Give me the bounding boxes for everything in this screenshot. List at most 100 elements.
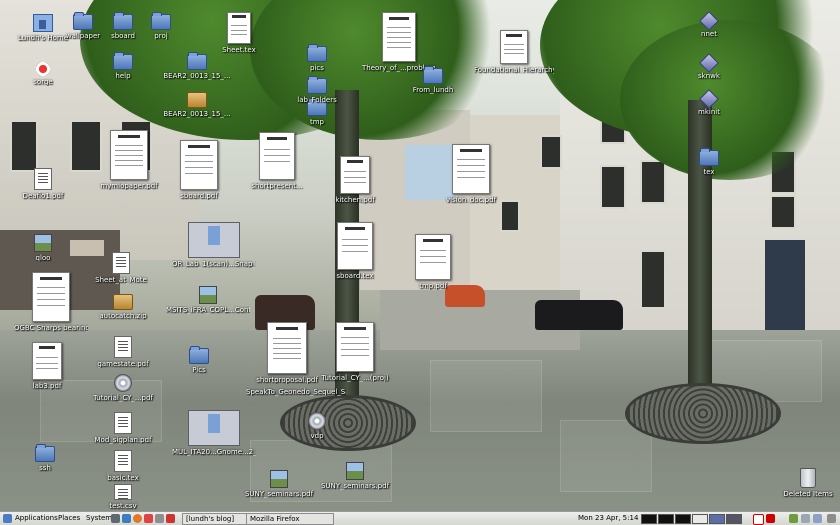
workspace-5[interactable]: [709, 514, 725, 524]
desktop-icon-theory[interactable]: Theory_of_...probleme.pdf: [362, 12, 436, 72]
disk-icon: [699, 11, 719, 31]
image-icon: [346, 462, 364, 480]
folder-icon: [423, 66, 443, 84]
desktop-icon-disc[interactable]: Tutorial_CY_...pdf: [86, 374, 160, 402]
pdf-icon: [382, 12, 416, 62]
desktop-icon-sorge[interactable]: sorge: [6, 62, 80, 86]
desktop-icon-qloo[interactable]: qloo: [6, 234, 80, 262]
folder-icon: [699, 148, 719, 166]
desktop-icon-trash[interactable]: Deleted Items: [778, 468, 838, 498]
desktop-icon-vision-doc[interactable]: vision_doc.pdf: [434, 144, 508, 204]
volume-icon[interactable]: [801, 514, 810, 523]
workspace-1[interactable]: [641, 514, 657, 524]
network-icon[interactable]: [813, 514, 822, 523]
browser-launcher-icon[interactable]: [122, 514, 131, 523]
bottom-panel: Applications Places System [lundh's blog…: [0, 511, 840, 525]
desktop-icon-tex-folder[interactable]: tex: [672, 148, 746, 176]
desktop-icon-shortpresent[interactable]: shortpresent...: [240, 132, 314, 190]
pdf-icon: [110, 130, 148, 180]
desktop-icon-help[interactable]: help: [86, 52, 160, 80]
desktop-icon-mkinit[interactable]: mkinit: [672, 89, 746, 116]
workspace-2[interactable]: [658, 514, 674, 524]
text-file-icon: [114, 484, 132, 500]
mail-launcher-icon[interactable]: [144, 514, 153, 523]
desktop-icon-msits[interactable]: MSITS_iFRA_COPL...Controlled_Gable...hun…: [166, 286, 250, 314]
desktop-icon-ssh[interactable]: ssh: [8, 444, 82, 472]
file-manager-launcher-icon[interactable]: [155, 514, 164, 523]
desktop-icon-foundational[interactable]: Foundational_Hierarchy_Enhanced_Timestam…: [474, 30, 554, 74]
taskbar-button-firefox[interactable]: Mozilla Firefox: [246, 513, 334, 525]
terminal-launcher-icon[interactable]: [111, 514, 120, 523]
desktop-icon-or-lab[interactable]: OR_Lab_1(scan)...Snap_Sharp_fancy: [172, 222, 256, 268]
desktop-icon-mymiopaper[interactable]: mymiopaper.pdf: [92, 130, 166, 190]
desktop-icon-lab3[interactable]: lab3.pdf: [10, 342, 84, 390]
desktop-icon-tutorial-cy[interactable]: Tutorial_CY_...(proj): [318, 322, 392, 382]
desktop-icon-sheet-at-mote[interactable]: Sheet_at_Mote: [84, 252, 158, 284]
desktop-icon-suny-b[interactable]: SUNY_seminars.pdf: [318, 462, 392, 490]
screenshot-icon: [188, 222, 240, 258]
desktop-icon-speakto[interactable]: SpeakTo_Geonedo_Sequel_Saliency_Shortcut…: [246, 386, 346, 396]
document-icon: [36, 62, 50, 76]
desktop-icon-bear2-a[interactable]: BEAR2_0013_15_...: [160, 52, 234, 80]
image-icon: [199, 286, 217, 304]
desktop-icon-vdp[interactable]: vdp: [280, 412, 354, 440]
desktop-icon-sboard-pdf[interactable]: sboard.pdf: [162, 140, 236, 200]
firefox-launcher-icon[interactable]: [133, 514, 142, 523]
pdf-icon: [180, 140, 218, 190]
trash-applet-icon[interactable]: [827, 514, 836, 523]
battery-icon[interactable]: [789, 514, 798, 523]
screenshot-launcher-icon[interactable]: [166, 514, 175, 523]
desktop-icon-sboard-tex[interactable]: sboard.tex: [318, 222, 392, 280]
pdf-icon: [500, 30, 528, 64]
close-icon[interactable]: [766, 514, 775, 523]
desktop-icon-tmp-pdf[interactable]: tmp.pdf: [396, 234, 470, 290]
clock[interactable]: Mon 23 Apr, 5:14 PM: [578, 512, 651, 525]
desktop-icon-from-lundh[interactable]: From_lundh: [396, 66, 470, 94]
screenshot-icon: [188, 410, 240, 446]
workspace-3[interactable]: [675, 514, 691, 524]
desktop-icon-sknwk[interactable]: sknwk: [672, 53, 746, 80]
disc-icon: [114, 374, 132, 392]
menu-system[interactable]: System: [86, 512, 112, 525]
text-file-icon: [34, 168, 52, 190]
pdf-icon: [415, 234, 451, 280]
desktop-icon-mul-ita[interactable]: MUL_ITA20...Gnome...2_flat: [172, 410, 256, 456]
menu-places[interactable]: Places: [58, 512, 80, 525]
menu-applications[interactable]: Applications: [15, 512, 58, 525]
text-file-icon: [112, 252, 130, 274]
folder-icon: [307, 44, 327, 62]
desktop-icon-autocatch[interactable]: autocatch.zip: [86, 294, 160, 320]
folder-icon: [187, 52, 207, 70]
desktop-icon-lab-folders[interactable]: lab_Folders: [280, 76, 354, 104]
package-icon: [113, 294, 133, 310]
desktop-icon-mod-sigplan[interactable]: Mod_sigplan.pdf: [86, 412, 160, 444]
desktop-icon-proj[interactable]: proj: [124, 12, 198, 40]
desktop-icon-bear2-b[interactable]: BEAR2_0013_15_...: [160, 92, 234, 118]
workspace-4[interactable]: [692, 514, 708, 524]
image-icon: [270, 470, 288, 488]
pdf-icon: [267, 322, 307, 374]
disk-icon: [699, 89, 719, 109]
desktop-icon-shortproposal[interactable]: shortproposal.pdf: [250, 322, 324, 384]
notification-icon[interactable]: [753, 514, 764, 525]
folder-icon: [151, 12, 171, 30]
desktop-icon-gamestate[interactable]: gamestate.pdf: [86, 336, 160, 368]
package-icon: [187, 92, 207, 108]
desktop-icon-sheet-tex[interactable]: Sheet.tex: [202, 12, 276, 54]
desktop-icon-nnet[interactable]: nnet: [672, 11, 746, 38]
desktop-icon-kitchen[interactable]: kitchen.pdf: [318, 156, 392, 204]
desktop-icon-test-csv[interactable]: test.csv: [86, 484, 160, 510]
folder-icon: [307, 76, 327, 94]
desktop-icon-basic-tex[interactable]: basic.tex: [86, 450, 160, 482]
workspace-6[interactable]: [726, 514, 742, 524]
desktop-icon-deaflo1[interactable]: Deaflo1.pdf: [6, 168, 80, 200]
desktop-icon-ogbc[interactable]: OGBC Sharps bearing: [14, 272, 88, 332]
text-file-icon: [337, 222, 373, 270]
desktop-icon-pics[interactable]: pics: [280, 44, 354, 72]
pdf-icon: [259, 132, 295, 180]
taskbar-button-blog[interactable]: [lundh's blog]: [182, 513, 252, 525]
desktop-icon-pics2[interactable]: Pics: [162, 346, 236, 374]
desktop-icon-suny-a[interactable]: SUNY_seminars.pdf: [242, 470, 316, 498]
folder-icon: [113, 52, 133, 70]
pdf-icon: [452, 144, 490, 194]
